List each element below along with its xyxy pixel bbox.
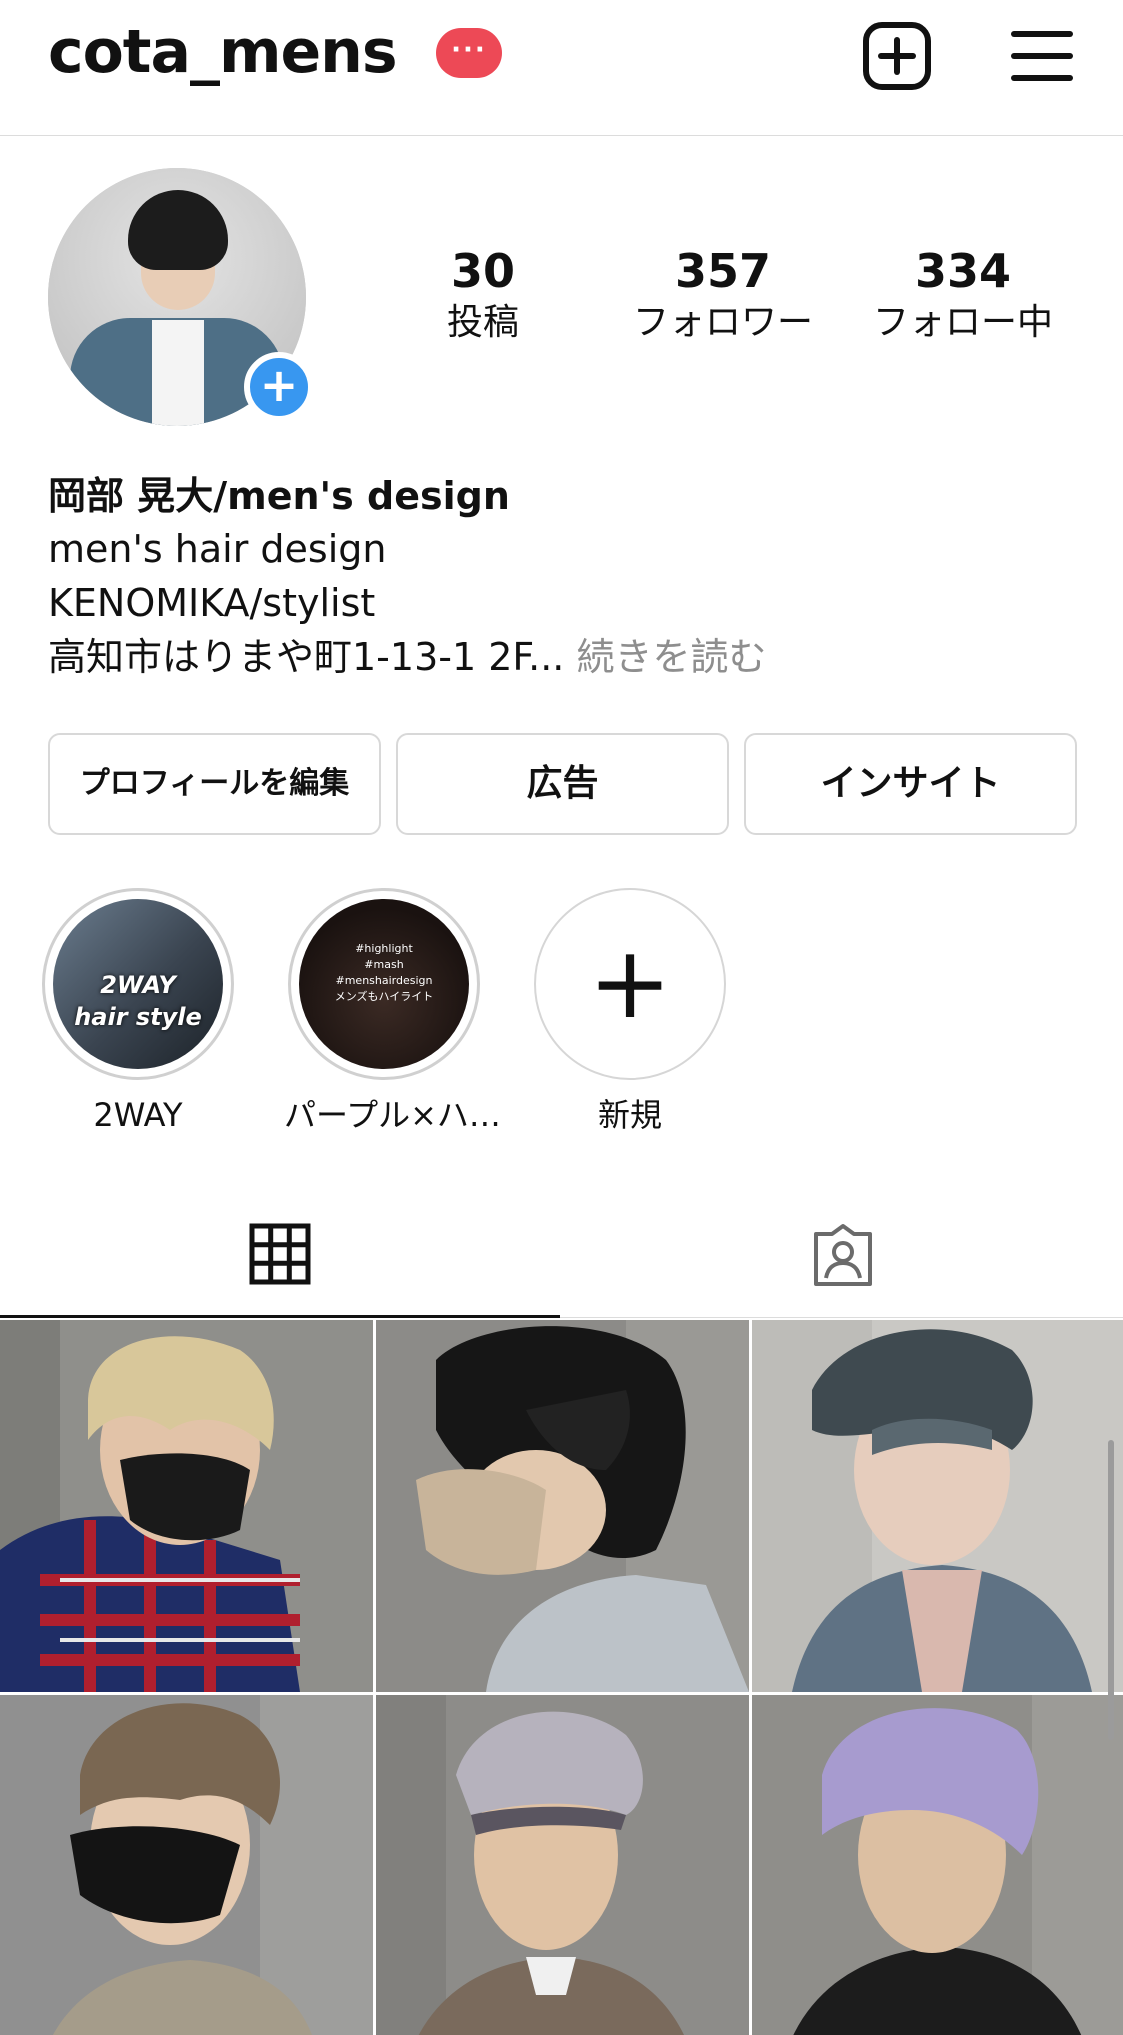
profile-bio: 岡部 晃大/men's design men's hair design KEN… (48, 470, 1088, 684)
stat-followers[interactable]: 357 フォロワー (608, 242, 838, 346)
insights-button[interactable]: インサイト (744, 733, 1077, 835)
top-header: cota_mens ··· (0, 0, 1123, 136)
bio-line-2: KENOMIKA/stylist (48, 581, 376, 625)
hamburger-menu-icon[interactable] (1002, 16, 1082, 96)
post-thumbnail[interactable] (376, 1695, 749, 2035)
tagged-person-icon (814, 1224, 872, 1286)
stat-posts-label: 投稿 (446, 302, 519, 343)
add-story-button[interactable]: + (244, 352, 314, 422)
highlight-cover: #highlight #mash #menshairdesign メンズもハイラ… (299, 899, 469, 1069)
highlight-cover-line: #mash (364, 958, 404, 971)
stat-following-value: 334 (914, 244, 1012, 298)
highlight-cover-line: hair style (74, 1003, 202, 1031)
post-image (752, 1320, 1123, 1692)
post-thumbnail[interactable] (752, 1320, 1123, 1692)
post-thumbnail[interactable] (0, 1320, 373, 1692)
profile-tabs (0, 1204, 1123, 1318)
new-post-icon[interactable] (857, 16, 937, 96)
highlight-cover-line: 2WAY (100, 971, 176, 999)
profile-display-name: 岡部 晃大/men's design (48, 474, 510, 518)
plus-icon: + (588, 924, 672, 1041)
profile-username[interactable]: cota_mens (48, 14, 398, 90)
avatar-shirt (152, 320, 204, 426)
read-more-link[interactable]: 続きを読む (564, 635, 766, 679)
post-image (376, 1695, 749, 2035)
notification-badge[interactable]: ··· (436, 28, 502, 78)
stat-posts[interactable]: 30 投稿 (368, 242, 598, 346)
highlight-purple[interactable]: #highlight #mash #menshairdesign メンズもハイラ… (284, 888, 501, 1136)
stat-following[interactable]: 334 フォロー中 (848, 242, 1078, 346)
highlight-cover-text: 2WAY hair style (53, 969, 223, 1033)
edit-profile-button[interactable]: プロフィールを編集 (48, 733, 381, 835)
bio-line-3: 高知市はりまや町1-13-1 2F... 続きを読む (48, 630, 1088, 684)
highlight-cover: 2WAY hair style (53, 899, 223, 1069)
post-image (0, 1320, 373, 1692)
highlight-ring: #highlight #mash #menshairdesign メンズもハイラ… (288, 888, 480, 1080)
highlight-caption: 2WAY (93, 1096, 183, 1134)
highlight-2way[interactable]: 2WAY hair style 2WAY (38, 888, 238, 1136)
post-image (376, 1320, 749, 1692)
stat-followers-label: フォロワー (632, 302, 813, 343)
bio-address: 高知市はりまや町1-13-1 2F... (48, 635, 565, 679)
post-thumbnail[interactable] (752, 1695, 1123, 2035)
highlight-cover-line: メンズもハイライト (334, 990, 434, 1003)
ads-button[interactable]: 広告 (396, 733, 729, 835)
post-image (752, 1695, 1123, 2035)
highlight-ring: + (534, 888, 726, 1080)
highlight-ring: 2WAY hair style (42, 888, 234, 1080)
scrollbar[interactable] (1108, 1440, 1114, 1740)
highlight-caption: パープル×ハ… (284, 1096, 501, 1134)
post-image (0, 1695, 373, 2035)
stat-following-label: フォロー中 (872, 302, 1053, 343)
highlight-cover-line: #menshairdesign (335, 974, 433, 987)
grid-icon (249, 1223, 311, 1285)
highlight-cover-line: #highlight (355, 942, 413, 955)
bio-line-1: men's hair design (48, 527, 387, 571)
post-thumbnail[interactable] (0, 1695, 373, 2035)
highlight-new[interactable]: + 新規 (530, 888, 730, 1136)
highlight-caption: 新規 (597, 1096, 662, 1134)
post-thumbnail[interactable] (376, 1320, 749, 1692)
tab-posts-grid[interactable] (0, 1204, 560, 1318)
tab-tagged[interactable] (562, 1204, 1122, 1318)
stat-posts-value: 30 (450, 244, 515, 298)
posts-grid (0, 1320, 1123, 2035)
highlight-cover-text: #highlight #mash #menshairdesign メンズもハイラ… (299, 941, 469, 1005)
stat-followers-value: 357 (674, 244, 772, 298)
